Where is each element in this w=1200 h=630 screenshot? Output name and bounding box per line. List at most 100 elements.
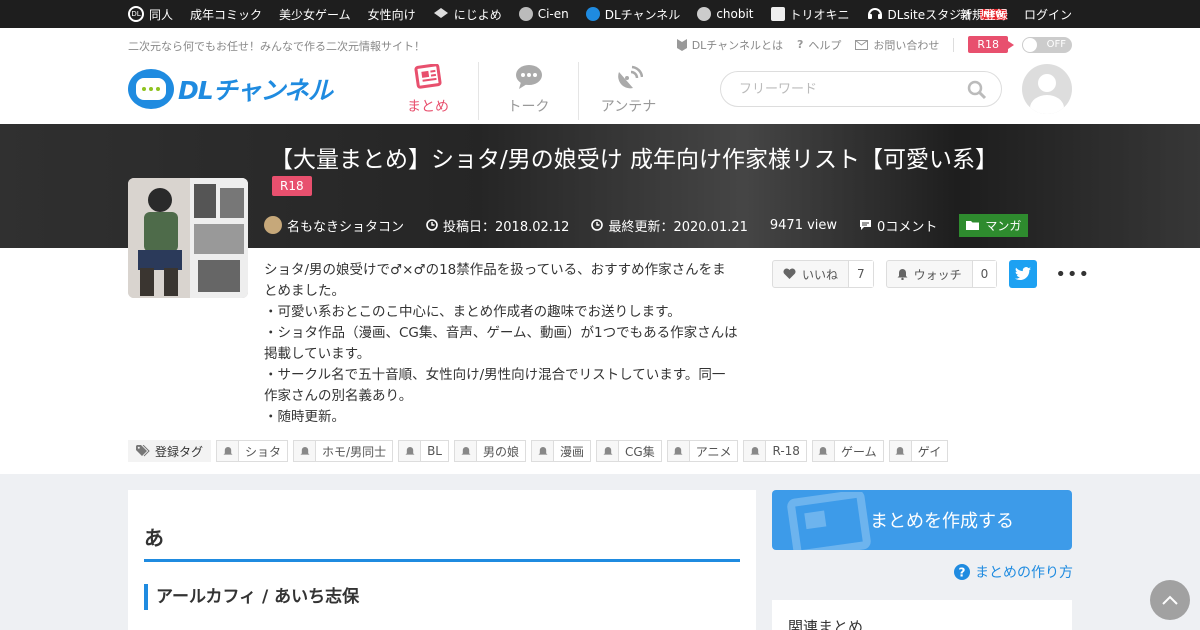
tag-item[interactable]: ゲイ [888,440,949,462]
search-input[interactable] [739,72,969,106]
comment-icon [860,220,872,230]
site-logo[interactable]: DLチャンネル [128,66,358,112]
tags-label: 登録タグ [128,440,212,462]
topbar-link-game[interactable]: 美少女ゲーム [279,6,351,23]
newspaper-icon [414,64,442,89]
bell-icon[interactable] [399,441,422,461]
tag-item[interactable]: R-18 [743,440,807,462]
topbar-link-female[interactable]: 女性向け [368,6,416,23]
topbar-link-triokini[interactable]: トリオキニ [770,6,850,23]
tag-item[interactable]: ホモ/男同士 [293,440,394,462]
logo-text: DLチャンネル [178,76,333,105]
tag-item[interactable]: ショタ [216,440,289,462]
topbar-link-ci-en[interactable]: Ci-en [518,7,569,21]
svg-text:?: ? [959,566,966,580]
thumbnail-image [128,178,248,298]
author-avatar-icon [264,216,282,234]
bell-icon[interactable] [812,441,835,461]
dl-icon: DL [128,6,144,22]
question-icon: ? [796,38,804,51]
register-link[interactable]: 新規登録 [960,6,1008,23]
ci-en-icon [518,7,533,21]
speech-bubble-icon [515,65,542,89]
tag-item[interactable]: 男の娘 [454,440,527,462]
site-header: 二次元なら何でもお任せ！みんなで作る二次元情報サイト！ DLチャンネルとは ? ヘ… [0,28,1200,124]
search-icon[interactable] [967,80,987,100]
topbar-link-comic[interactable]: 成年コミック [190,6,262,23]
article-title: 【大量まとめ】ショタ/男の娘受け 成年向け作家様リスト【可愛い系】 [270,147,999,173]
help-link[interactable]: ? ヘルプ [797,37,841,53]
header-links: DLチャンネルとは ? ヘルプ お問い合わせ R18 OFF [676,36,1072,53]
twitter-share-button[interactable] [1009,260,1038,288]
bell-icon[interactable] [667,441,690,461]
header-divider [953,37,955,52]
search-box [720,71,1002,107]
nijiyome-icon [433,7,449,22]
article-actions: いいね 7 ウォッチ 0 ••• [772,260,1090,288]
mail-icon [855,39,869,50]
sub-heading: アールカフィ / あいち志保 [144,584,359,610]
topbar-link-chobit[interactable]: chobit [697,7,754,21]
about-link[interactable]: DLチャンネルとは [676,37,783,53]
r18-toggle[interactable]: OFF [1022,36,1072,53]
comment-count[interactable]: 0コメント [859,216,937,235]
related-heading: 関連まとめ [788,618,864,630]
default-user-icon [1030,74,1064,114]
main-nav: まとめ トーク アンテナ [378,62,678,120]
twitter-icon [1015,267,1032,281]
tab-matome[interactable]: まとめ [378,62,478,120]
chobit-icon [697,7,712,21]
article-r18-badge: R18 [272,176,312,196]
bell-icon[interactable] [597,441,620,461]
author[interactable]: 名もなきショタコン [264,216,404,235]
tag-item[interactable]: CG集 [596,440,662,462]
category-badge[interactable]: マンガ [959,213,1029,237]
article-meta: 名もなきショタコン 投稿日：2018.02.12 最終更新：2020.01.21… [264,213,1029,237]
article-description: ショタ/男の娘受けで♂×♂の18禁作品を扱っている、おすすめ作家さんをまとめまし… [264,262,738,425]
article-thumbnail [128,178,248,298]
clock-icon [426,219,438,231]
tag-icon [136,445,150,457]
create-matome-button[interactable]: まとめを作成する [772,490,1072,550]
bell-icon[interactable] [455,441,477,461]
more-options-icon[interactable]: ••• [1055,264,1090,285]
bell-icon [897,269,908,280]
logo-bubble-icon [128,69,174,109]
howto-link[interactable]: ? まとめの作り方 [954,562,1073,582]
bell-icon[interactable] [532,441,555,461]
like-button[interactable]: いいね 7 [772,260,874,288]
toggle-knob [1023,37,1037,52]
topbar-link-nijiyome[interactable]: にじよめ [433,6,502,23]
site-tagline: 二次元なら何でもお任せ！みんなで作る二次元情報サイト！ [128,40,425,53]
bell-icon[interactable] [217,441,240,461]
tag-item[interactable]: 漫画 [531,440,592,462]
satellite-dish-icon [617,65,643,89]
clock-icon [591,219,604,231]
section-heading: あ [144,522,740,562]
tag-list: 登録タグ ショタ ホモ/男同士 BL 男の娘 漫画 CG集 アニメ R-18 ゲ… [128,440,949,462]
view-count: 9471 view [769,217,838,233]
dlchannel-icon [585,7,600,21]
chevron-up-icon [1162,595,1178,605]
tag-item[interactable]: BL [398,440,449,462]
tag-item[interactable]: ゲーム [811,440,884,462]
user-avatar[interactable] [1022,64,1072,114]
scroll-to-top-button[interactable] [1150,580,1190,620]
topbar-link-dlchannel[interactable]: DLチャンネル [585,6,680,23]
login-link[interactable]: ログイン [1024,6,1072,23]
bell-icon[interactable] [744,441,767,461]
tab-antenna[interactable]: アンテナ [578,62,678,120]
tag-item[interactable]: アニメ [666,440,739,462]
topbar-account-links: 新規登録 ログイン [960,0,1072,28]
bell-icon[interactable] [889,441,912,461]
bell-icon[interactable] [294,441,317,461]
watch-button[interactable]: ウォッチ 0 [885,260,998,288]
tab-talk[interactable]: トーク [478,62,578,120]
related-matome-box: 関連まとめ [772,600,1072,630]
topbar-link-doujin[interactable]: DL 同人 [128,6,173,23]
beginner-icon [676,38,687,51]
watch-count: 0 [971,261,997,287]
posted-date: 投稿日：2018.02.12 [426,216,569,235]
contact-link[interactable]: お問い合わせ [855,37,939,53]
newspaper-icon [787,492,871,550]
